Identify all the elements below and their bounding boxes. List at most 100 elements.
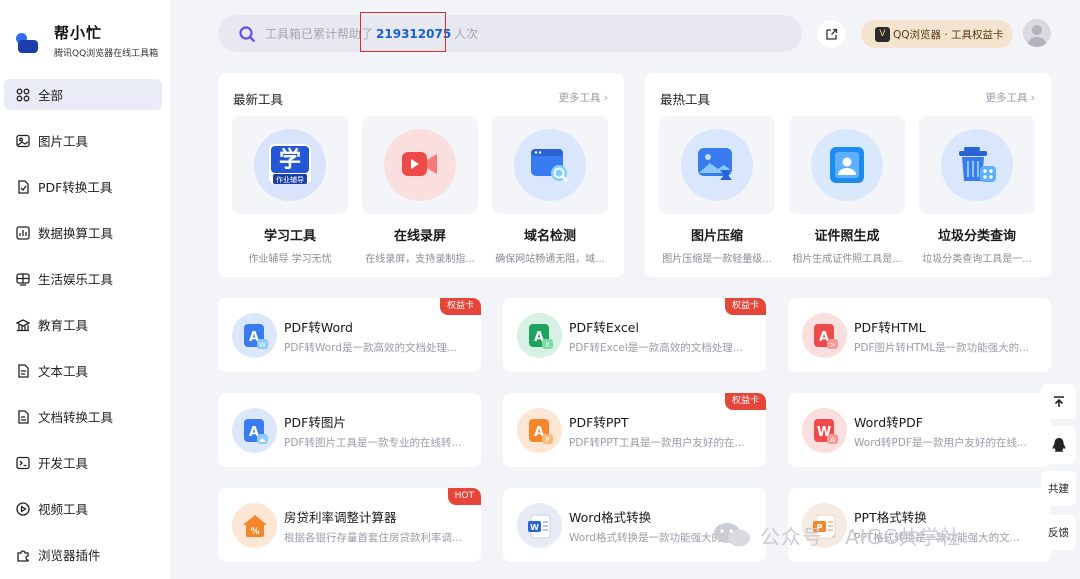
image-icon (16, 134, 30, 148)
tool-name: 学习工具 (263, 229, 316, 244)
more-tools-link[interactable]: 更多工具 › (558, 90, 608, 105)
card-desc: PDF转PPT工具是一款用户友好的在... (569, 437, 745, 449)
sidebar-item-label: 生活娱乐工具 (38, 272, 114, 287)
more-tools-link[interactable]: 更多工具 › (985, 90, 1035, 105)
svg-text:X: X (545, 341, 550, 349)
card-title: Word格式转换 (569, 510, 652, 525)
tool-name: 证件照生成 (814, 229, 880, 244)
trash-sort-icon (941, 129, 1013, 201)
chart-icon (16, 225, 30, 240)
search-bar[interactable]: 工具箱已累计帮助了 219312075 人次 (218, 15, 802, 52)
tool-desc: 确保网站畅通无阻，域... (495, 254, 605, 265)
card-desc: PDF图片转HTML是一款功能强大的... (854, 342, 1030, 354)
card-title: PDF转Word (284, 320, 353, 335)
sidebar-item-education-tools[interactable]: 教育工具 (4, 309, 162, 340)
logo-icon (14, 28, 40, 54)
promo-label: QQ浏览器 · 工具权益卡 (893, 28, 1004, 41)
card-title: 房贷利率调整计算器 (284, 510, 397, 525)
id-photo-icon (811, 129, 883, 201)
tool-tile-trash-sort[interactable]: 垃圾分类查询 垃圾分类查询工具是一... (919, 116, 1035, 265)
tool-name: 在线录屏 (393, 229, 446, 244)
rights-card-badge: 权益卡 (724, 393, 766, 410)
panel-title: 最新工具 (233, 92, 284, 107)
card-title: PDF转PPT (569, 415, 629, 430)
word-to-pdf-icon: WA (802, 408, 847, 453)
tool-card-word-to-pdf[interactable]: WA Word转PDF Word转PDF是一款用户友好的在线... (788, 393, 1051, 467)
co-build-button[interactable]: 共建 (1041, 471, 1076, 506)
sidebar-item-doc-convert-tools[interactable]: 文档转换工具 (4, 401, 162, 432)
sidebar-item-all[interactable]: 全部 (4, 79, 162, 110)
sidebar-item-label: 文本工具 (38, 364, 89, 379)
card-title: PDF转HTML (854, 320, 926, 335)
arrow-up-icon (1053, 395, 1064, 407)
sidebar-item-label: 全部 (38, 88, 64, 103)
app-name: 帮小忙 (54, 24, 103, 42)
svg-text:作业辅导: 作业辅导 (276, 175, 304, 184)
svg-text:W: W (259, 341, 266, 349)
tool-desc: 作业辅导 学习无忧 (248, 254, 332, 265)
sidebar-item-dev-tools[interactable]: 开发工具 (4, 447, 162, 478)
sidebar-item-label: 浏览器插件 (38, 548, 101, 563)
share-button[interactable] (817, 20, 845, 48)
tool-card-pdf-to-html[interactable]: A > PDF转HTML PDF图片转HTML是一款功能强大的... (788, 298, 1051, 372)
tool-card-pdf-to-excel[interactable]: AX PDF转Excel PDF转Excel是一款高效的文档处理... 权益卡 (503, 298, 766, 372)
tool-card-pdf-to-word[interactable]: AW PDF转Word PDF转Word是一款高效的文档处理... 权益卡 (218, 298, 481, 372)
tool-card-pdf-to-ppt[interactable]: AP PDF转PPT PDF转PPT工具是一款用户友好的在... 权益卡 (503, 393, 766, 467)
tool-card-mortgage-calculator[interactable]: % 房贷利率调整计算器 根据各银行存量首套住房贷款利率调... HOT (218, 488, 481, 562)
sidebar-item-label: 数据换算工具 (38, 226, 114, 241)
pdf-to-html-icon: A > (802, 313, 847, 358)
tool-tile-domain-check[interactable]: 域名检测 确保网站畅通无阻，域... (492, 116, 608, 265)
grid-icon (16, 88, 30, 102)
sidebar-item-label: 开发工具 (38, 456, 89, 471)
sidebar-item-label: 视频工具 (38, 502, 89, 517)
qq-contact-button[interactable] (1041, 426, 1076, 464)
wechat-icon (714, 523, 750, 547)
sidebar-item-text-tools[interactable]: 文本工具 (4, 355, 162, 386)
house-percent-icon: % (232, 503, 277, 548)
tool-tile-study[interactable]: 学 作业辅导 学习工具 作业辅导 学习无忧 (232, 116, 348, 265)
qq-penguin-icon (1052, 438, 1065, 452)
pdf-to-excel-icon: AX (517, 313, 562, 358)
feedback-button[interactable]: 反馈 (1041, 515, 1076, 550)
sidebar-item-life-tools[interactable]: 生活娱乐工具 (4, 263, 162, 294)
card-desc: PDF转Excel是一款高效的文档处理... (569, 342, 743, 354)
card-title: Word转PDF (854, 415, 923, 430)
tool-tile-screen-record[interactable]: 在线录屏 在线录屏，支持录制指... (362, 116, 478, 265)
svg-text:>: > (829, 341, 835, 349)
sidebar-item-data-tools[interactable]: 数据换算工具 (4, 217, 162, 248)
word-format-icon: W (517, 503, 562, 548)
sidebar-item-label: 教育工具 (38, 318, 89, 333)
sidebar: 帮小忙 腾讯QQ浏览器在线工具箱 全部 图片工具 PDF转换工具 数据换算工具 … (0, 0, 170, 579)
doc-convert-icon (16, 409, 30, 424)
share-icon (825, 28, 837, 40)
app-logo[interactable]: 帮小忙 腾讯QQ浏览器在线工具箱 (14, 22, 158, 59)
tool-desc: 图片压缩是一款轻量级... (662, 254, 772, 265)
education-icon (16, 318, 30, 332)
screen-record-icon (384, 129, 456, 201)
plugin-icon (16, 548, 30, 562)
svg-text:A: A (830, 436, 835, 444)
sidebar-item-pdf-tools[interactable]: PDF转换工具 (4, 171, 162, 202)
hot-badge: HOT (447, 488, 481, 505)
sidebar-item-browser-plugins[interactable]: 浏览器插件 (4, 539, 162, 570)
video-icon (16, 501, 30, 516)
tool-card-promo-button[interactable]: V QQ浏览器 · 工具权益卡 (861, 20, 1013, 48)
avatar[interactable] (1023, 19, 1051, 47)
rights-card-badge: 权益卡 (724, 298, 766, 315)
domain-check-icon (514, 129, 586, 201)
hottest-tools-panel: 最热工具 更多工具 › 图片压缩 图片压缩是一款轻量级... 证件照生成 相片生… (645, 73, 1051, 277)
tool-tile-image-compress[interactable]: 图片压缩 图片压缩是一款轻量级... (659, 116, 775, 265)
pdf-icon (16, 179, 30, 194)
newest-tools-panel: 最新工具 更多工具 › 学 作业辅导 学习工具 作业辅导 学习无忧 在线录屏 在… (218, 73, 624, 277)
tool-desc: 垃圾分类查询工具是一... (922, 254, 1032, 265)
qq-browser-icon: V (875, 26, 890, 42)
sidebar-item-video-tools[interactable]: 视频工具 (4, 493, 162, 524)
pdf-to-image-icon: A (232, 408, 277, 453)
tool-tile-id-photo[interactable]: 证件照生成 相片生成证件照工具是... (789, 116, 905, 265)
search-prefix-text: 工具箱已累计帮助了 (265, 27, 374, 41)
back-to-top-button[interactable] (1041, 384, 1076, 419)
tool-card-pdf-to-image[interactable]: A PDF转图片 PDF转图片工具是一款专业的在线转... (218, 393, 481, 467)
card-desc: PDF转图片工具是一款专业的在线转... (284, 437, 462, 449)
sidebar-item-image-tools[interactable]: 图片工具 (4, 125, 162, 156)
watermark: 公众号 · AIGC共学社 (712, 520, 961, 550)
